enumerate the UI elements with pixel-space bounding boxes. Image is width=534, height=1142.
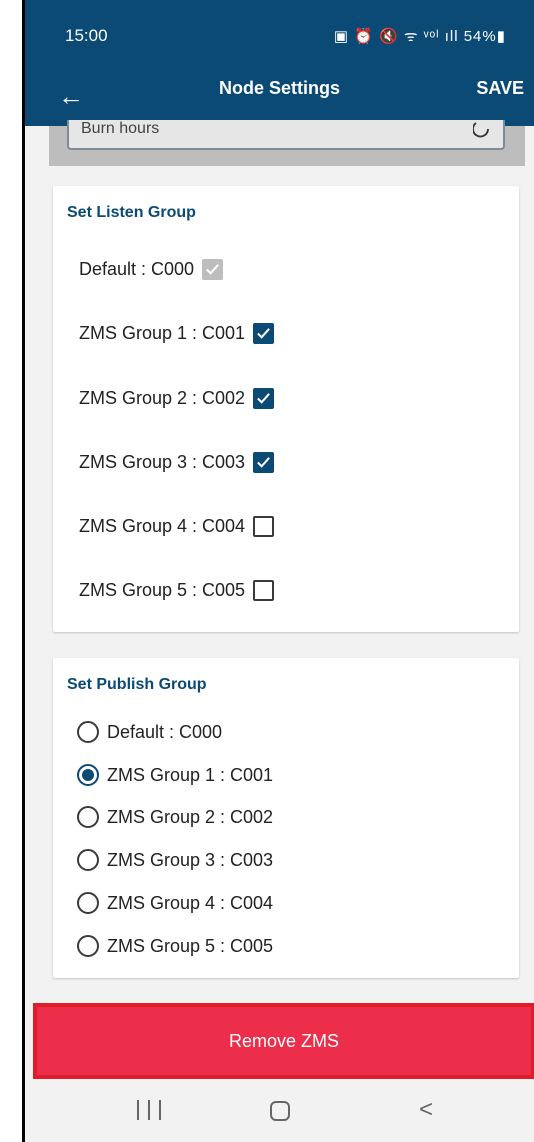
check-icon <box>206 263 219 275</box>
listen-item-label: ZMS Group 3 : C003 <box>79 451 246 472</box>
radio-button[interactable] <box>77 935 99 957</box>
listen-item-group-2[interactable]: ZMS Group 2 : C002 <box>79 383 275 413</box>
listen-group-title: Set Listen Group <box>67 204 196 221</box>
checkbox[interactable] <box>253 387 275 409</box>
publish-item-group-2[interactable]: ZMS Group 2 : C002 <box>77 803 273 831</box>
checkbox[interactable] <box>202 258 224 280</box>
publish-group-card: Set Publish Group Default : C000 ZMS Gro… <box>53 658 519 978</box>
listen-group-card: Set Listen Group Default : C000 ZMS Grou… <box>53 186 519 632</box>
app-bar: ← Node Settings SAVE <box>25 70 534 126</box>
system-nav-bar: < <box>25 1082 534 1142</box>
recent-apps-icon[interactable] <box>137 1100 161 1124</box>
status-time: 15:00 <box>65 26 108 45</box>
publish-item-label: ZMS Group 1 : C001 <box>107 764 274 785</box>
publish-item-label: ZMS Group 2 : C002 <box>107 806 274 827</box>
checkbox[interactable] <box>253 451 275 473</box>
save-button[interactable]: SAVE <box>476 78 524 99</box>
check-icon <box>257 392 270 404</box>
nav-back-icon[interactable]: < <box>419 1096 433 1124</box>
listen-item-label: ZMS Group 1 : C001 <box>79 322 246 343</box>
publish-item-group-1[interactable]: ZMS Group 1 : C001 <box>77 761 273 789</box>
listen-item-label: Default : C000 <box>79 258 195 279</box>
remove-zms-button[interactable]: Remove ZMS <box>33 1003 534 1079</box>
publish-item-group-5[interactable]: ZMS Group 5 : C005 <box>77 932 273 960</box>
publish-item-group-4[interactable]: ZMS Group 4 : C004 <box>77 889 273 917</box>
publish-item-label: ZMS Group 5 : C005 <box>107 935 274 956</box>
radio-button[interactable] <box>77 849 99 871</box>
burn-hours-text: Burn hours <box>81 120 160 137</box>
publish-item-label: Default : C000 <box>107 721 223 742</box>
status-bar: 15:00 ▣ ⏰ 🔇 ᯤ ᵛᵒˡ ıll 54%▮ <box>25 0 534 70</box>
listen-item-label: ZMS Group 5 : C005 <box>79 579 246 600</box>
listen-item-group-5[interactable]: ZMS Group 5 : C005 <box>79 575 275 605</box>
listen-item-group-3[interactable]: ZMS Group 3 : C003 <box>79 447 275 477</box>
check-icon <box>257 456 270 468</box>
publish-item-default[interactable]: Default : C000 <box>77 718 222 746</box>
home-icon[interactable] <box>270 1101 290 1121</box>
radio-button[interactable] <box>77 721 99 743</box>
publish-item-group-3[interactable]: ZMS Group 3 : C003 <box>77 846 273 874</box>
partial-settings-section: Burn hours <box>49 120 525 166</box>
publish-item-label: ZMS Group 3 : C003 <box>107 849 274 870</box>
radio-button[interactable] <box>77 806 99 828</box>
checkbox[interactable] <box>253 322 275 344</box>
status-icons: ▣ ⏰ 🔇 ᯤ ᵛᵒˡ ıll 54%▮ <box>333 28 506 45</box>
checkbox[interactable] <box>253 579 275 601</box>
listen-item-label: ZMS Group 4 : C004 <box>79 515 246 536</box>
radio-button[interactable] <box>77 892 99 914</box>
check-icon <box>257 327 270 339</box>
app-frame: 15:00 ▣ ⏰ 🔇 ᯤ ᵛᵒˡ ıll 54%▮ ← Node Settin… <box>22 0 534 1142</box>
checkbox[interactable] <box>253 515 275 537</box>
page-title: Node Settings <box>218 78 340 98</box>
publish-item-label: ZMS Group 4 : C004 <box>107 892 274 913</box>
radio-button[interactable] <box>77 764 99 786</box>
listen-item-group-1[interactable]: ZMS Group 1 : C001 <box>79 318 275 348</box>
burn-hours-field[interactable]: Burn hours <box>67 120 505 150</box>
refresh-icon[interactable] <box>473 120 491 138</box>
listen-item-group-4[interactable]: ZMS Group 4 : C004 <box>79 511 275 541</box>
listen-item-default[interactable]: Default : C000 <box>79 254 224 284</box>
listen-item-label: ZMS Group 2 : C002 <box>79 387 246 408</box>
publish-group-title: Set Publish Group <box>67 676 207 693</box>
